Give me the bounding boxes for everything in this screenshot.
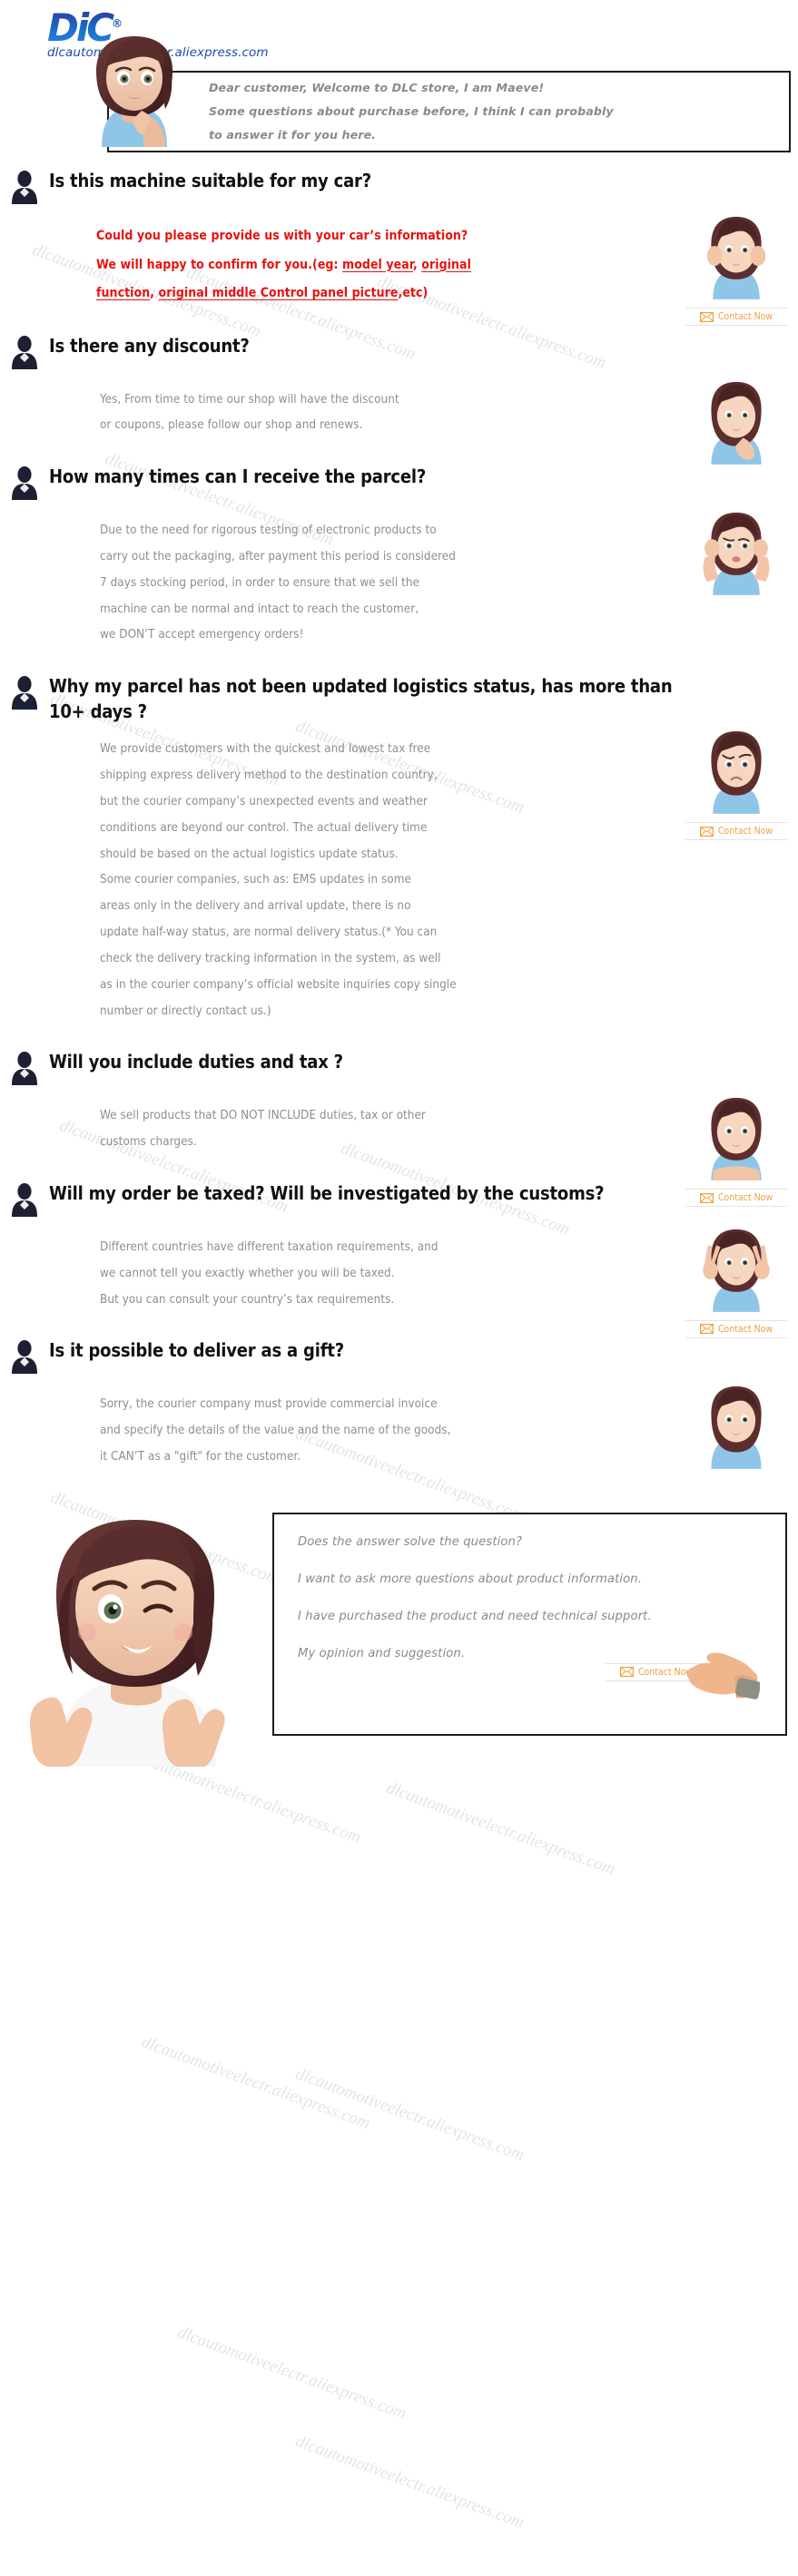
avatar-arms-crossed <box>711 1098 762 1181</box>
footer-prompt-line: I have purchased the product and need te… <box>298 1610 652 1624</box>
faq-question-row: Why my parcel has not been updated logis… <box>9 658 798 724</box>
faq-avatar-column: Contact Now <box>682 1222 791 1338</box>
footer-prompt-line: Does the answer solve the question? <box>298 1534 523 1549</box>
faq-question-text: Is this machine suitable for my car? <box>49 170 371 191</box>
watermark-text: dlcautomotiveelectr.aliexpress.com <box>174 2323 409 2424</box>
faq-answer-row: Could you please provide us with your ca… <box>9 210 798 326</box>
contact-now-button[interactable]: Contact Now <box>685 1319 787 1338</box>
user-silhouette-icon <box>12 1340 37 1375</box>
avatar-standing-portrait <box>711 1386 762 1470</box>
user-silhouette-icon <box>9 335 40 375</box>
faq-answer-text: Due to the need for rigorous testing of … <box>100 524 456 642</box>
logo-registered-mark: ® <box>112 17 123 30</box>
watermark-text: dlcautomotiveelectr.aliexpress.com <box>138 2032 373 2133</box>
faq-avatar-column <box>682 375 791 469</box>
faq-answer-row: Different countries have different taxat… <box>9 1222 798 1338</box>
faq-item: Will my order be taxed? Will be investig… <box>9 1165 798 1338</box>
envelope-icon <box>619 1667 634 1678</box>
faq-avatar-column <box>682 1379 791 1474</box>
contact-now-label: Contact Now <box>717 826 773 837</box>
envelope-icon <box>699 1192 714 1203</box>
faq-answer-row: We provide customers with the quickest a… <box>9 724 798 1033</box>
user-silhouette-icon <box>9 676 40 715</box>
faq-item: Is there any discount? Yes, From time to … <box>9 318 798 465</box>
faq-question-row: Is it possible to deliver as a gift? <box>9 1322 798 1379</box>
user-silhouette-icon <box>12 335 37 369</box>
watermark-text: dlcautomotiveelectr.aliexpress.com <box>292 2432 527 2532</box>
faq-question-row: How many times can I receive the parcel? <box>9 448 798 505</box>
faq-question-row: Will you include duties and tax ? <box>9 1033 798 1091</box>
contact-now-label: Contact Now <box>717 1323 773 1335</box>
faq-item: Is this machine suitable for my car? Coul… <box>9 152 798 326</box>
faq-question-text: Will my order be taxed? Will be investig… <box>49 1181 605 1204</box>
user-silhouette-icon <box>12 676 37 710</box>
faq-answer-text: Yes, From time to time our shop will hav… <box>100 392 399 433</box>
avatar-worried-face <box>711 731 762 815</box>
user-silhouette-icon <box>9 1052 40 1091</box>
avatar-covering-ears <box>703 512 770 596</box>
avatar-hands-on-cheeks <box>706 216 766 299</box>
faq-avatar-column <box>682 505 791 600</box>
avatar-peace-sign <box>703 1229 770 1312</box>
faq-question-text: Is there any discount? <box>49 334 250 357</box>
faq-avatar-column: Contact Now <box>682 1091 791 1208</box>
faq-question-text: Will you include duties and tax ? <box>49 1051 343 1073</box>
envelope-icon <box>699 826 714 837</box>
faq-answer-text: We sell products that DO NOT INCLUDE dut… <box>100 1109 426 1150</box>
faq-answer-text: Could you please provide us with your ca… <box>96 229 471 300</box>
footer-prompt-line: I want to ask more questions about produ… <box>298 1572 643 1587</box>
faq-answer-row: Due to the need for rigorous testing of … <box>9 505 798 658</box>
envelope-icon <box>699 1324 714 1335</box>
faq-page: dlcautomotiveelectr.aliexpress.com dlcaut… <box>0 0 798 2576</box>
faq-question-text: Why my parcel has not been updated logis… <box>49 675 673 722</box>
user-silhouette-icon <box>9 466 40 505</box>
contact-now-button[interactable]: Contact Now <box>685 1189 787 1208</box>
footer-prompt-list: Does the answer solve the question? I wan… <box>298 1536 785 1660</box>
welcome-message: Dear customer, Welcome to DLC store, I a… <box>209 76 614 146</box>
welcome-line-2: Some questions about purchase before, I … <box>209 104 614 119</box>
contact-now-button[interactable]: Contact Now <box>685 822 787 841</box>
user-silhouette-icon <box>12 171 37 204</box>
footer-contact-area: Contact Now <box>606 1652 760 1699</box>
faq-answer-row: Sorry, the courier company must provide … <box>9 1379 798 1479</box>
user-silhouette-icon <box>9 171 40 210</box>
faq-item: Is it possible to deliver as a gift? Sorr… <box>9 1322 798 1479</box>
faq-question-row: Will my order be taxed? Will be investig… <box>9 1165 798 1222</box>
envelope-icon <box>699 311 714 322</box>
avatar-hand-on-chin <box>711 381 762 465</box>
faq-answer-text: Sorry, the courier company must provide … <box>100 1397 451 1464</box>
faq-item: How many times can I receive the parcel?… <box>9 448 798 658</box>
faq-item: Why my parcel has not been updated logis… <box>9 658 798 1033</box>
welcome-line-3: to answer it for you here. <box>209 127 377 142</box>
faq-avatar-column: Contact Now <box>682 724 791 841</box>
faq-avatar-column: Contact Now <box>682 210 791 326</box>
maeve-resting-chin-avatar <box>96 36 172 147</box>
contact-now-button[interactable]: Contact Now <box>685 308 787 326</box>
contact-now-label: Contact Now <box>717 1192 773 1204</box>
watermark-text: dlcautomotiveelectr.aliexpress.com <box>292 2064 527 2165</box>
pointing-hand-icon <box>685 1652 760 1699</box>
faq-question-row: Is there any discount? <box>9 318 798 375</box>
user-silhouette-icon <box>9 1182 40 1222</box>
footer-question-box: Does the answer solve the question? I wan… <box>272 1512 787 1736</box>
faq-answer-text: Different countries have different taxat… <box>100 1239 438 1307</box>
faq-answer-row: We sell products that DO NOT INCLUDE dut… <box>9 1091 798 1208</box>
faq-answer-text: We provide customers with the quickest a… <box>100 742 457 1018</box>
faq-question-text: Is it possible to deliver as a gift? <box>49 1339 344 1362</box>
faq-item: Will you include duties and tax ? We sell… <box>9 1033 798 1208</box>
footer-section: Does the answer solve the question? I wan… <box>0 1503 798 1767</box>
user-silhouette-icon <box>12 466 37 501</box>
welcome-banner: Dear customer, Welcome to DLC store, I a… <box>96 36 791 152</box>
welcome-line-1: Dear customer, Welcome to DLC store, I a… <box>209 81 545 95</box>
faq-answer-row: Yes, From time to time our shop will hav… <box>9 375 798 465</box>
contact-now-label: Contact Now <box>717 311 773 322</box>
faq-question-text: How many times can I receive the parcel? <box>49 465 427 488</box>
user-silhouette-icon <box>12 1052 37 1086</box>
user-silhouette-icon <box>12 1182 37 1217</box>
user-silhouette-icon <box>9 1340 40 1379</box>
watermark-text: dlcautomotiveelectr.aliexpress.com <box>383 1778 618 1879</box>
maeve-thumbs-up-winking-avatar <box>30 1519 225 1767</box>
faq-list: Is this machine suitable for my car? Coul… <box>0 152 798 1480</box>
faq-question-row: Is this machine suitable for my car? <box>9 152 798 210</box>
